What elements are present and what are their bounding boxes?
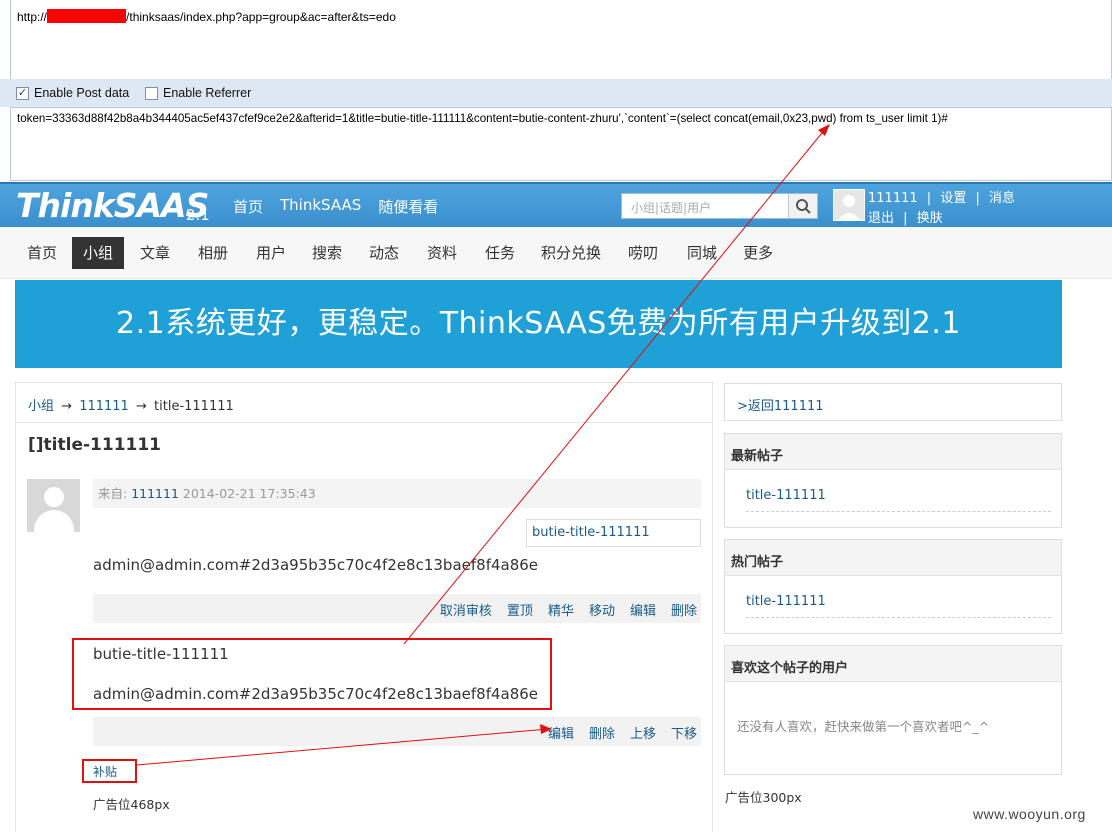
skin-link[interactable]: 换肤 — [917, 211, 943, 226]
main-nav: 首页 小组 文章 相册 用户 搜索 动态 资料 任务 积分兑换 唠叨 同城 更多 — [0, 228, 1112, 279]
nav-users[interactable]: 用户 — [245, 237, 297, 269]
hot-topics-box: 热门帖子 title-111111 — [724, 539, 1062, 634]
top-nav: 首页 ThinkSAAS 随便看看 — [233, 196, 455, 217]
breadcrumb: 小组 → 111111 → title-111111 — [28, 399, 234, 414]
messages-link[interactable]: 消息 — [989, 191, 1015, 206]
logo-version: 2.1 — [186, 206, 210, 224]
nav-home[interactable]: 首页 — [16, 237, 68, 269]
watermark: www.wooyun.org — [973, 806, 1086, 822]
nav-chatter[interactable]: 唠叨 — [617, 237, 669, 269]
promo-banner[interactable]: 2.1系统更好，更稳定。ThinkSAAS免费为所有用户升级到2.1 — [15, 280, 1062, 368]
topic-meta: 来自: 111111 2014-02-21 17:35:43 — [93, 479, 701, 508]
nav-albums[interactable]: 相册 — [187, 237, 239, 269]
move-up-button[interactable]: 上移 — [630, 723, 656, 742]
search-button[interactable] — [788, 194, 817, 218]
hackbar-url-field[interactable]: http:///thinksaas/index.php?app=group&ac… — [10, 0, 1112, 79]
nav-feed[interactable]: 动态 — [358, 237, 410, 269]
supplement-content: admin@admin.com#2d3a95b35c70c4f2e8c13bae… — [93, 685, 539, 703]
enable-post-data-option[interactable]: ✓ Enable Post data — [16, 86, 129, 100]
avatar-body-shape — [34, 510, 74, 532]
edit-button[interactable]: 编辑 — [630, 600, 656, 619]
breadcrumb-group-name[interactable]: 111111 — [79, 399, 129, 414]
nav-groups[interactable]: 小组 — [72, 237, 125, 269]
enable-referrer-option[interactable]: Enable Referrer — [145, 86, 251, 100]
post-datetime: 2014-02-21 17:35:43 — [182, 486, 316, 501]
nav-tasks[interactable]: 任务 — [474, 237, 526, 269]
latest-topic-link[interactable]: title-111111 — [746, 488, 1051, 512]
top-nav-thinksaas[interactable]: ThinkSAAS — [280, 196, 361, 217]
add-supplement-link[interactable]: 补贴 — [82, 759, 137, 783]
user-avatar[interactable] — [833, 189, 865, 221]
supplement-edit-button[interactable]: 编辑 — [548, 723, 574, 742]
avatar-icon — [838, 195, 860, 220]
hackbar-post-data-field[interactable]: token=33363d88f42b8a4b344405ac5ef437cfef… — [10, 107, 1112, 181]
author-avatar[interactable] — [27, 479, 80, 532]
breadcrumb-current: title-111111 — [154, 399, 234, 414]
topic-action-bar: 取消审核 置顶 精华 移动 编辑 删除 — [93, 594, 701, 623]
supplement-delete-button[interactable]: 删除 — [589, 723, 615, 742]
latest-topics-heading: 最新帖子 — [725, 434, 1061, 470]
site-header: ThinkSAAS 2.1 首页 ThinkSAAS 随便看看 小组|话题|用户… — [0, 182, 1112, 227]
latest-topics-box: 最新帖子 title-111111 — [724, 433, 1062, 528]
divider — [16, 422, 712, 423]
topic-panel: 小组 → 111111 → title-111111 []title-11111… — [15, 382, 713, 832]
topic-tag[interactable]: butie-title-111111 — [526, 519, 701, 547]
redacted-host — [47, 9, 127, 23]
topic-content: admin@admin.com#2d3a95b35c70c4f2e8c13bae… — [93, 556, 539, 574]
delete-button[interactable]: 删除 — [671, 600, 697, 619]
hot-topics-heading: 热门帖子 — [725, 540, 1061, 576]
feature-button[interactable]: 精华 — [548, 600, 574, 619]
page-title: []title-111111 — [28, 435, 162, 455]
ad-slot-300: 广告位300px — [725, 790, 802, 805]
top-nav-browse[interactable]: 随便看看 — [378, 196, 438, 217]
user-links-row2: 退出 | 换肤 — [868, 211, 943, 226]
supplement-title: butie-title-111111 — [93, 645, 229, 663]
nav-articles[interactable]: 文章 — [129, 237, 181, 269]
nav-more[interactable]: 更多 — [732, 237, 784, 269]
search-input[interactable]: 小组|话题|用户 — [621, 193, 818, 219]
likers-empty-text: 还没有人喜欢，赶快来做第一个喜欢者吧^_^ — [737, 719, 990, 734]
back-to-group-box: >返回111111 — [724, 383, 1062, 421]
site-logo[interactable]: ThinkSAAS — [16, 188, 209, 224]
enable-post-checkbox[interactable]: ✓ — [16, 86, 29, 100]
unapprove-button[interactable]: 取消审核 — [440, 600, 492, 619]
top-nav-home[interactable]: 首页 — [233, 196, 263, 217]
logout-link[interactable]: 退出 — [868, 211, 894, 226]
move-button[interactable]: 移动 — [589, 600, 615, 619]
user-links-row1: 111111 | 设置 | 消息 — [868, 191, 1016, 206]
breadcrumb-groups[interactable]: 小组 — [28, 399, 54, 414]
supplement-action-bar: 编辑 删除 上移 下移 — [93, 717, 701, 746]
avatar-head-shape — [44, 487, 64, 507]
nav-local[interactable]: 同城 — [676, 237, 728, 269]
hackbar-url-text: http:///thinksaas/index.php?app=group&ac… — [17, 9, 396, 24]
ad-slot-468: 广告位468px — [93, 797, 170, 812]
nav-search[interactable]: 搜索 — [301, 237, 353, 269]
likers-heading: 喜欢这个帖子的用户 — [725, 646, 1061, 682]
search-icon — [796, 199, 811, 214]
nav-points-exchange[interactable]: 积分兑换 — [530, 237, 612, 269]
pin-button[interactable]: 置顶 — [507, 600, 533, 619]
hot-topic-link[interactable]: title-111111 — [746, 594, 1051, 618]
settings-link[interactable]: 设置 — [940, 191, 966, 206]
author-link[interactable]: 111111 — [131, 486, 179, 501]
username-link[interactable]: 111111 — [868, 191, 918, 206]
hackbar-options-bar: ✓ Enable Post data Enable Referrer — [0, 79, 1112, 107]
back-to-group-link[interactable]: >返回111111 — [737, 399, 824, 414]
nav-resources[interactable]: 资料 — [416, 237, 468, 269]
search-placeholder: 小组|话题|用户 — [631, 201, 712, 215]
move-down-button[interactable]: 下移 — [671, 723, 697, 742]
enable-referrer-checkbox[interactable] — [145, 86, 158, 100]
post-data-text: token=33363d88f42b8a4b344405ac5ef437cfef… — [17, 112, 948, 125]
likers-box: 喜欢这个帖子的用户 还没有人喜欢，赶快来做第一个喜欢者吧^_^ — [724, 645, 1062, 775]
